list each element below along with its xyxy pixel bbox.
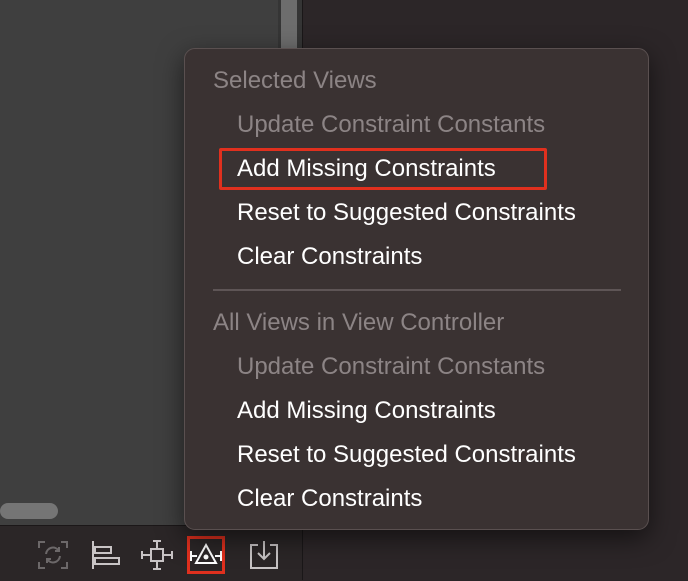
resolve-auto-layout-issues-button[interactable] <box>187 536 225 574</box>
menu-separator <box>213 289 621 291</box>
embed-in-button[interactable] <box>246 537 282 573</box>
refresh-frames-button[interactable] <box>35 537 71 573</box>
menu-section-header-selected-views: Selected Views <box>213 67 377 94</box>
menu-item-update-constraint-constants-all: Update Constraint Constants <box>237 353 546 380</box>
horizontal-scrollbar-thumb[interactable] <box>0 503 58 519</box>
resolve-auto-layout-issues-menu: Selected Views Update Constraint Constan… <box>184 48 649 530</box>
menu-item-clear-constraints-all[interactable]: Clear Constraints <box>237 485 422 513</box>
resolve-auto-layout-issues-icon <box>190 542 222 564</box>
align-icon <box>92 541 120 569</box>
add-new-constraints-icon <box>141 540 173 570</box>
menu-item-reset-to-suggested-constraints-selected[interactable]: Reset to Suggested Constraints <box>237 199 576 227</box>
canvas-bottom-toolbar <box>0 525 302 581</box>
menu-item-reset-to-suggested-constraints-all[interactable]: Reset to Suggested Constraints <box>237 441 576 469</box>
menu-item-update-constraint-constants-selected: Update Constraint Constants <box>237 111 546 138</box>
add-new-constraints-button[interactable] <box>139 537 175 573</box>
menu-section-header-all-views: All Views in View Controller <box>213 309 505 336</box>
align-button[interactable] <box>87 537 123 573</box>
menu-item-clear-constraints-selected[interactable]: Clear Constraints <box>237 243 422 271</box>
refresh-frames-icon <box>38 541 68 569</box>
menu-item-add-missing-constraints-all[interactable]: Add Missing Constraints <box>237 397 496 425</box>
embed-in-icon <box>250 541 278 569</box>
menu-item-add-missing-constraints-selected[interactable]: Add Missing Constraints <box>237 155 496 183</box>
